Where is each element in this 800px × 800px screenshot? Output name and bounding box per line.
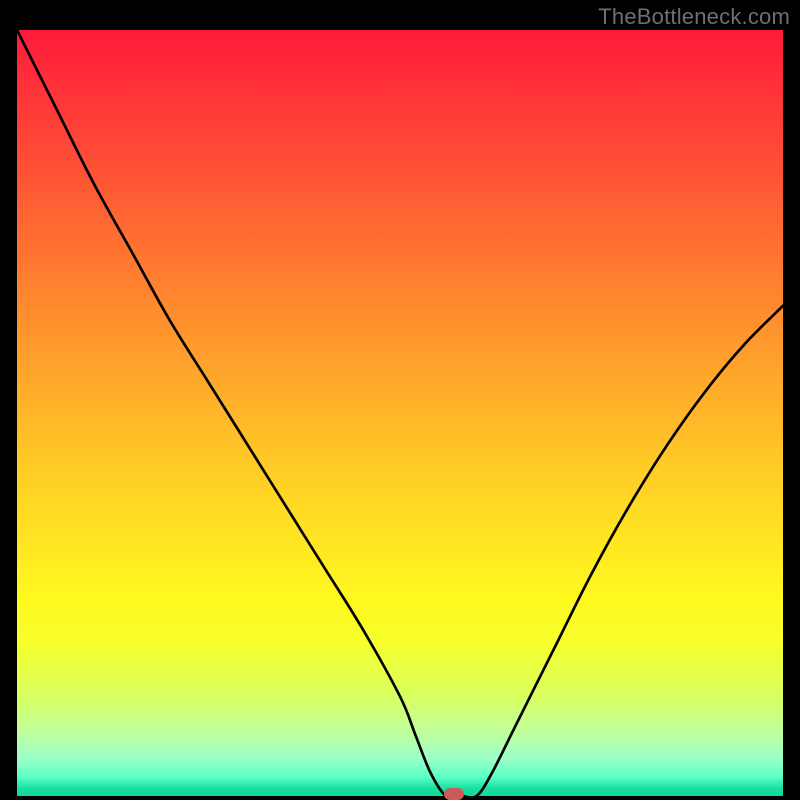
optimum-marker	[444, 788, 464, 800]
chart-frame	[17, 30, 783, 796]
watermark-text: TheBottleneck.com	[598, 4, 790, 30]
bottleneck-curve-path	[17, 30, 783, 796]
chart-curve	[17, 30, 783, 796]
